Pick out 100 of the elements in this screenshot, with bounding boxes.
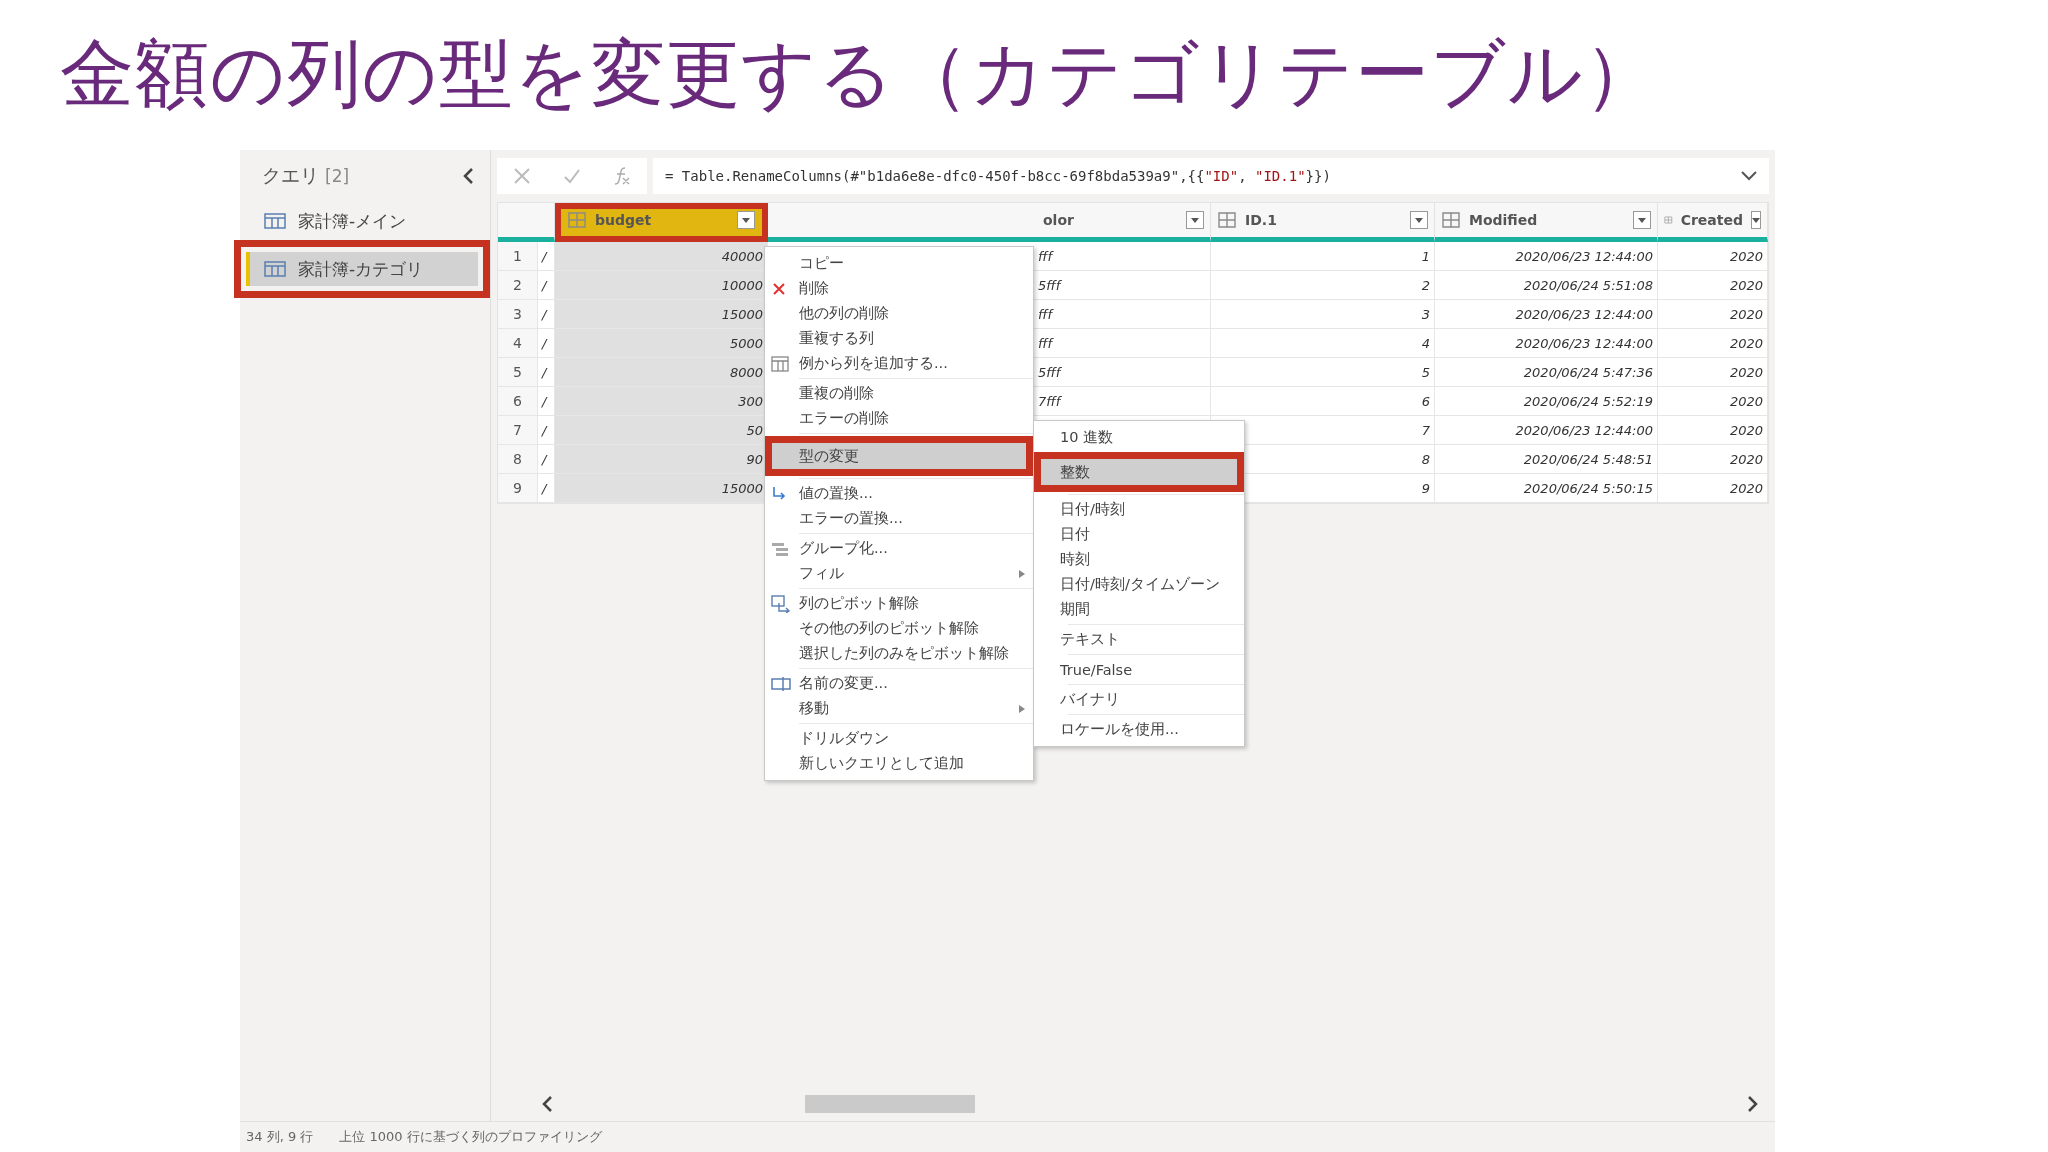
text-field-icon <box>771 676 791 691</box>
menu-item[interactable]: 選択した列のみをピボット解除 <box>765 641 1033 666</box>
row-number: 4 <box>498 329 538 358</box>
scroll-right-icon[interactable] <box>1745 1095 1759 1113</box>
table-cell: 4 <box>1211 329 1435 358</box>
table-icon <box>771 354 789 373</box>
table-cell: 2020 <box>1658 445 1768 474</box>
table-cell: 6 <box>1211 387 1435 416</box>
table-cell: 2020/06/24 5:47:36 <box>1435 358 1658 387</box>
table-cell: / <box>538 358 555 387</box>
column-header[interactable]: ID.1 <box>1211 203 1435 242</box>
table-cell: 2020/06/24 5:50:15 <box>1435 474 1658 503</box>
row-number: 3 <box>498 300 538 329</box>
column-header[interactable]: Created <box>1658 203 1768 242</box>
menu-item[interactable]: 重複する列 <box>765 326 1033 351</box>
menu-item[interactable]: True/False <box>1034 657 1244 682</box>
collapse-icon[interactable] <box>462 167 476 185</box>
status-text: 34 列, 9 行 <box>246 1128 314 1146</box>
table-cell: 2020/06/24 5:51:08 <box>1435 271 1658 300</box>
menu-item[interactable]: ロケールを使用... <box>1034 717 1244 742</box>
table-cell: 2020/06/23 12:44:00 <box>1435 416 1658 445</box>
table-cell: 2020/06/23 12:44:00 <box>1435 242 1658 271</box>
table-cell: 1 <box>1211 242 1435 271</box>
menu-item[interactable]: ドリルダウン <box>765 726 1033 751</box>
table-cell: / <box>538 300 555 329</box>
dropdown-button[interactable] <box>1186 211 1204 229</box>
menu-item[interactable]: 新しいクエリとして追加 <box>765 751 1033 776</box>
menu-item[interactable]: エラーの置換... <box>765 506 1033 531</box>
menu-item[interactable]: 日付/時刻/タイムゾーン <box>1034 572 1244 597</box>
menu-item[interactable]: 移動 <box>765 696 1033 721</box>
menu-item[interactable]: 他の列の削除 <box>765 301 1033 326</box>
dropdown-button[interactable] <box>737 211 755 229</box>
table-cell: / <box>538 242 555 271</box>
column-header[interactable]: budget <box>555 203 768 242</box>
menu-item[interactable]: バイナリ <box>1034 687 1244 712</box>
column-header[interactable]: olor <box>768 203 1211 242</box>
table-cell: / <box>538 474 555 503</box>
table-cell: 2 <box>1211 271 1435 300</box>
caret-icon <box>742 217 750 223</box>
menu-item[interactable]: 日付 <box>1034 522 1244 547</box>
table-cell: 2020 <box>1658 329 1768 358</box>
panel-title: クエリ <box>262 163 319 188</box>
caret-icon <box>1638 217 1646 223</box>
menu-item[interactable]: 期間 <box>1034 597 1244 622</box>
table-cell: 2020 <box>1658 271 1768 300</box>
row-number: 5 <box>498 358 538 387</box>
query-item[interactable]: 家計簿-メイン <box>246 204 478 238</box>
menu-item[interactable]: 時刻 <box>1034 547 1244 572</box>
check-icon[interactable] <box>563 168 581 184</box>
menu-item[interactable]: テキスト <box>1034 627 1244 652</box>
expand-icon[interactable] <box>1741 171 1757 181</box>
menu-item[interactable]: 名前の変更... <box>765 671 1033 696</box>
column-header[interactable]: Modified <box>1435 203 1658 242</box>
type-icon <box>1441 211 1461 229</box>
slide-title: 金額の列の型を変更する（カテゴリテーブル） <box>59 29 1660 118</box>
menu-item[interactable]: フィル <box>765 561 1033 586</box>
menu-item[interactable]: 値の置換... <box>765 481 1033 506</box>
menu-item[interactable]: グループ化... <box>765 536 1033 561</box>
rows-icon <box>771 540 791 557</box>
type-icon <box>1217 211 1237 229</box>
type-icon <box>567 211 587 229</box>
menu-item[interactable]: 型の変更 <box>765 436 1033 476</box>
row-number: 7 <box>498 416 538 445</box>
dropdown-button[interactable] <box>1633 211 1651 229</box>
table-cell: / <box>538 416 555 445</box>
status-text: 上位 1000 行に基づく列のプロファイリング <box>339 1128 602 1146</box>
row-number: 9 <box>498 474 538 503</box>
table-cell: 2020 <box>1658 358 1768 387</box>
table-cell: 2020 <box>1658 387 1768 416</box>
table-cell: / <box>538 387 555 416</box>
formula-field[interactable]: = Table.RenameColumns(#"b1da6e8e-dfc0-450f-b8cc-69f8bda539a9",{{"ID", "ID.1"}}) <box>653 158 1769 194</box>
row-number: 8 <box>498 445 538 474</box>
table-cell: 2020/06/23 12:44:00 <box>1435 300 1658 329</box>
table-cell: 3 <box>1211 300 1435 329</box>
table-cell: 2020 <box>1658 416 1768 445</box>
table-cell: 2020 <box>1658 300 1768 329</box>
menu-item[interactable]: 整数 <box>1034 452 1244 492</box>
dropdown-button[interactable] <box>1410 211 1428 229</box>
table-cell: 2020/06/23 12:44:00 <box>1435 329 1658 358</box>
scroll-left-icon[interactable] <box>541 1095 555 1113</box>
submenu-arrow-icon <box>1019 704 1025 713</box>
submenu-arrow-icon <box>1019 569 1025 578</box>
table-cell: 2020/06/24 5:48:51 <box>1435 445 1658 474</box>
menu-item[interactable]: 列のピボット解除 <box>765 591 1033 616</box>
menu-item[interactable]: 削除 <box>765 276 1033 301</box>
table-arrow-icon <box>771 594 791 613</box>
menu-item[interactable]: その他の列のピボット解除 <box>765 616 1033 641</box>
table-cell: / <box>538 329 555 358</box>
table-cell: / <box>538 271 555 300</box>
table-cell: 5 <box>1211 358 1435 387</box>
scroll-thumb[interactable] <box>805 1095 975 1113</box>
dropdown-button[interactable] <box>1751 211 1761 229</box>
table-cell: 2020/06/24 5:52:19 <box>1435 387 1658 416</box>
query-count: [2] <box>325 166 351 186</box>
row-number: 2 <box>498 271 538 300</box>
row-number: 6 <box>498 387 538 416</box>
table-cell: / <box>538 445 555 474</box>
table-cell: 40000 <box>555 242 768 271</box>
caret-icon <box>1415 217 1423 223</box>
table-cell: 2020 <box>1658 474 1768 503</box>
